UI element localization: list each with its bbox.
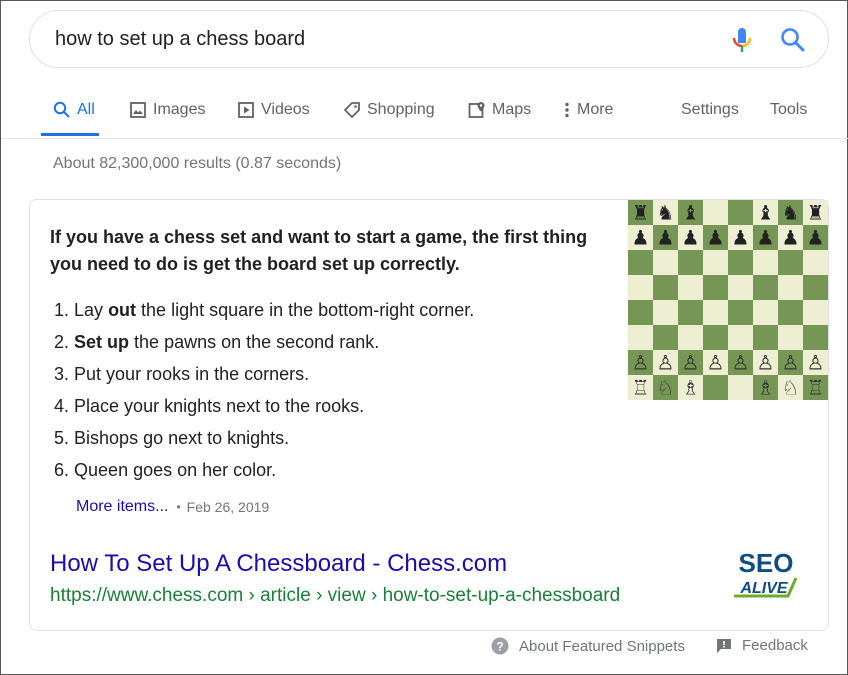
chess-piece-icon: ♘ <box>657 376 675 400</box>
search-tabs: All Images Videos Shopping Maps More Set… <box>1 89 848 139</box>
tools-label: Tools <box>770 101 808 118</box>
chess-piece-icon: ♝ <box>682 201 700 225</box>
separator: • <box>176 500 181 514</box>
feedback-link[interactable]: Feedback <box>716 637 808 654</box>
tab-more[interactable]: More <box>563 99 613 121</box>
step-text: Place your knights next to the rooks. <box>74 396 365 416</box>
chess-piece-icon: ♟ <box>707 226 725 250</box>
chess-piece-icon: ♙ <box>782 351 800 375</box>
logo-text: SEO <box>739 548 794 578</box>
chess-piece-icon: ♟ <box>732 226 750 250</box>
settings-link[interactable]: Settings <box>681 99 739 121</box>
step-text: Bishops go next to knights. <box>74 428 290 448</box>
chess-piece-icon: ♗ <box>682 376 700 400</box>
logo-text: ALIVE <box>739 580 788 597</box>
snippet-date: Feb 26, 2019 <box>186 499 270 515</box>
step-bold: Set up <box>74 332 130 352</box>
chess-piece-icon: ♟ <box>657 226 675 250</box>
chess-piece-icon: ♟ <box>782 226 800 250</box>
chess-piece-icon: ♖ <box>632 376 650 400</box>
tab-label: Maps <box>492 101 532 118</box>
search-icon <box>53 101 70 118</box>
search-input[interactable] <box>55 28 655 51</box>
step-number: 1. <box>54 300 70 320</box>
step-text: the light square in the bottom-right cor… <box>136 300 475 320</box>
help-icon: ? <box>491 637 509 655</box>
settings-label: Settings <box>681 101 739 118</box>
chess-piece-icon: ♞ <box>782 201 800 225</box>
chess-piece-icon: ♜ <box>632 201 650 225</box>
list-item: 2. Set up the pawns on the second rank. <box>54 326 474 358</box>
svg-text:?: ? <box>496 640 503 654</box>
step-number: 3. <box>54 364 70 384</box>
image-icon <box>130 102 146 118</box>
tab-shopping[interactable]: Shopping <box>343 99 435 121</box>
step-text: Put your rooks in the corners. <box>74 364 310 384</box>
chess-piece-icon: ♝ <box>757 201 775 225</box>
chess-piece-icon: ♙ <box>807 351 825 375</box>
tab-label: Shopping <box>367 101 435 118</box>
snippet-lead: If you have a chess set and want to star… <box>50 227 588 274</box>
chess-piece-icon: ♙ <box>632 351 650 375</box>
seo-alive-logo: SEO ALIVE <box>734 548 798 598</box>
microphone-icon[interactable] <box>730 27 754 53</box>
more-items-row: More items... • Feb 26, 2019 <box>76 498 269 516</box>
step-text: Lay <box>74 300 109 320</box>
tab-label: Images <box>153 101 206 118</box>
chess-piece-icon: ♟ <box>682 226 700 250</box>
result-url[interactable]: https://www.chess.com › article › view ›… <box>50 585 620 607</box>
chess-piece-icon: ♟ <box>807 226 825 250</box>
list-item: 1. Lay out the light square in the botto… <box>54 294 474 326</box>
search-icon[interactable] <box>780 27 806 53</box>
tag-icon <box>344 102 360 118</box>
chess-piece-icon: ♜ <box>807 201 825 225</box>
chess-piece-icon: ♘ <box>782 376 800 400</box>
tab-all[interactable]: All <box>53 99 95 121</box>
chess-piece-icon: ♗ <box>757 376 775 400</box>
tab-images[interactable]: Images <box>129 99 205 121</box>
step-text: the pawns on the second rank. <box>129 332 380 352</box>
featured-snippet: If you have a chess set and want to star… <box>29 199 829 631</box>
list-item: 4. Place your knights next to the rooks. <box>54 390 474 422</box>
list-item: 5. Bishops go next to knights. <box>54 422 474 454</box>
step-number: 4. <box>54 396 70 416</box>
chess-piece-icon: ♞ <box>657 201 675 225</box>
feedback-label: Feedback <box>742 637 808 654</box>
step-number: 2. <box>54 332 70 352</box>
result-title-link[interactable]: How To Set Up A Chessboard - Chess.com <box>50 550 507 578</box>
feedback-icon <box>717 638 731 653</box>
about-label: About Featured Snippets <box>519 637 685 655</box>
step-bold: out <box>108 300 137 320</box>
chess-piece-icon: ♙ <box>707 351 725 375</box>
chess-piece-icon: ♙ <box>732 351 750 375</box>
chessboard-image[interactable]: ♜ ♞ ♝ ♝ ♞ ♜♟ ♟ ♟ ♟ ♟ ♟ ♟ ♟♙ ♙ ♙ ♙ ♙ ♙ ♙ ♙♖ ♘ ♗ ♗ ♘ ♖ <box>628 200 828 400</box>
chess-piece-icon: ♟ <box>632 226 650 250</box>
chess-piece-icon: ♙ <box>757 351 775 375</box>
step-number: 5. <box>54 428 70 448</box>
tab-label: Videos <box>261 101 310 118</box>
map-icon <box>468 102 485 118</box>
result-stats: About 82,300,000 results (0.87 seconds) <box>53 155 342 172</box>
tab-label: All <box>77 101 95 118</box>
step-text: Queen goes on her color. <box>74 460 277 480</box>
kebab-icon <box>565 102 569 118</box>
chess-piece-icon: ♖ <box>807 376 825 400</box>
tools-link[interactable]: Tools <box>770 99 807 121</box>
tab-label: More <box>577 101 614 118</box>
step-number: 6. <box>54 460 70 480</box>
list-item: 6. Queen goes on her color. <box>54 454 474 486</box>
search-box[interactable] <box>29 10 829 68</box>
about-featured-snippets[interactable]: ? About Featured Snippets <box>491 637 685 655</box>
chess-piece-icon: ♙ <box>657 351 675 375</box>
active-tab-indicator <box>41 133 99 136</box>
play-icon <box>238 102 254 118</box>
tab-videos[interactable]: Videos <box>237 99 310 121</box>
list-item: 3. Put your rooks in the corners. <box>54 358 474 390</box>
more-items-link[interactable]: More items... <box>76 498 168 516</box>
chess-piece-icon: ♙ <box>682 351 700 375</box>
steps-list: 1. Lay out the light square in the botto… <box>54 294 474 486</box>
tab-maps[interactable]: Maps <box>468 99 531 121</box>
chess-piece-icon: ♟ <box>757 226 775 250</box>
